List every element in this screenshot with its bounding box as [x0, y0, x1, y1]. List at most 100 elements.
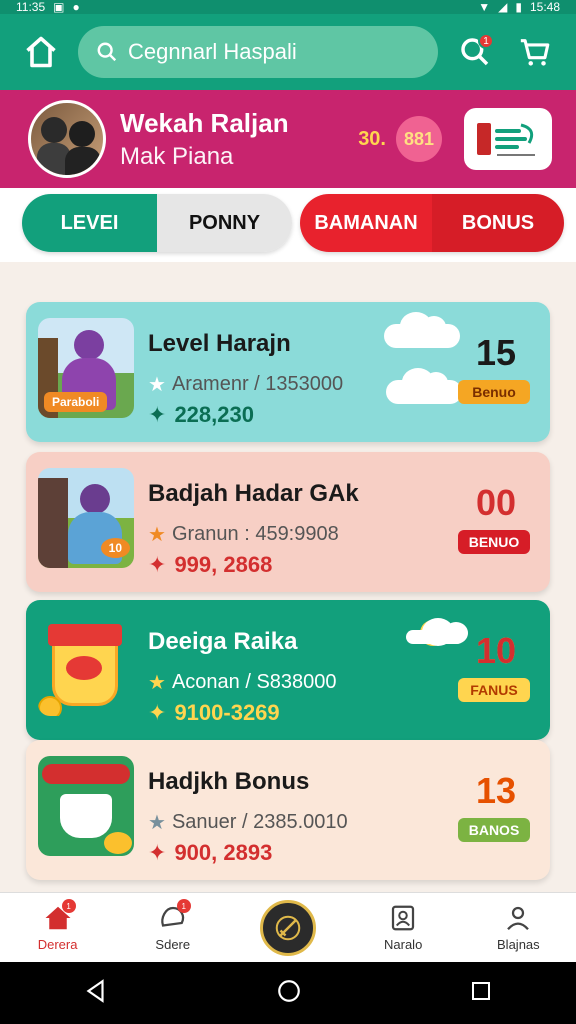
tab-level[interactable]: LEVEI	[22, 194, 157, 252]
list-item[interactable]: Paraboli Level Harajn ★ Aramenr / 135300…	[26, 302, 550, 442]
card-number: 10	[475, 630, 516, 671]
signal-icon: ◢	[498, 0, 508, 14]
list-item[interactable]: Hadjkh Bonus ★ Sanuer / 2385.0010 ✦ 900,…	[26, 740, 550, 880]
currency-icon: ✦	[148, 840, 167, 865]
bottom-nav: 1 Derera 1 Sdere Naralo Blajnas	[0, 892, 576, 962]
nav-item-home[interactable]: 1 Derera	[8, 899, 108, 952]
cart-icon	[520, 39, 550, 66]
compass-icon	[275, 915, 301, 940]
nav-label: Blajnas	[497, 937, 540, 952]
notification-icon: ●	[72, 0, 80, 14]
nav-badge: 1	[176, 899, 191, 913]
points-display: 30. 881	[358, 116, 442, 162]
card-badge[interactable]: BANOS	[458, 818, 530, 842]
status-bar: 11:35 ▣ ● ▼ ◢ ▮ 15:48	[0, 0, 576, 14]
search-icon	[97, 42, 117, 62]
home-button[interactable]	[18, 29, 64, 75]
profile-banner: Wekah Raljan Mak Piana 30. 881	[0, 90, 576, 188]
back-button[interactable]	[83, 978, 109, 1009]
card-badge[interactable]: BENUO	[458, 530, 530, 554]
circle-home-icon	[278, 979, 300, 1002]
card-rating: ★ Granun : 459:9908	[148, 522, 339, 547]
back-icon	[86, 978, 104, 1003]
home-icon	[26, 36, 56, 68]
status-time: 11:35	[16, 0, 46, 14]
card-thumbnail	[38, 756, 134, 856]
card-badge[interactable]: Benuo	[458, 380, 530, 404]
notification-badge: 1	[478, 33, 494, 49]
points-label: 30.	[358, 127, 386, 150]
recents-icon	[471, 981, 490, 1000]
recents-button[interactable]	[469, 979, 493, 1008]
tab-group-right: BAMANAN BONUS	[300, 194, 564, 252]
nav-item-center[interactable]	[238, 899, 338, 956]
currency-icon: ✦	[148, 402, 167, 427]
card-number: 15	[475, 332, 516, 373]
nav-item-chat[interactable]: 1 Sdere	[123, 899, 223, 952]
profile-subtitle: Mak Piana	[120, 142, 234, 170]
card-rating: ★ Aconan / S838000	[148, 670, 337, 695]
card-rating: ★ Aramenr / 1353000	[148, 372, 343, 397]
card-rating-text: Aconan / S838000	[171, 671, 337, 693]
card-rating-text: Granun : 459:9908	[171, 523, 339, 545]
card-thumbnail: 10	[38, 468, 134, 568]
search-button[interactable]: 1	[452, 29, 498, 75]
card-price-value: 900, 2893	[174, 840, 273, 865]
card-price-value: 228,230	[174, 402, 254, 427]
currency-icon: ✦	[148, 552, 167, 577]
star-icon: ★	[148, 672, 166, 694]
points-value: 881	[396, 116, 442, 162]
card-rating: ★ Sanuer / 2385.0010	[148, 810, 348, 835]
card-price: ✦ 999, 2868	[148, 552, 272, 578]
brand-logo-icon	[477, 123, 535, 156]
card-title: Deeiga Raika	[148, 628, 298, 655]
gallery-icon: ▣	[53, 0, 65, 14]
search-input[interactable]: Cegnnarl Haspali	[128, 39, 297, 65]
search-bar[interactable]: Cegnnarl Haspali	[78, 26, 438, 78]
profile-name: Wekah Raljan	[120, 107, 289, 138]
list-item[interactable]: 10 Badjah Hadar GAk ★ Granun : 459:9908 …	[26, 452, 550, 592]
card-badge[interactable]: FANUS	[458, 678, 530, 702]
wifi-icon: ▼	[478, 0, 491, 14]
card-title: Hadjkh Bonus	[148, 768, 310, 795]
card-price-value: 999, 2868	[174, 552, 273, 577]
star-icon: ★	[148, 524, 166, 546]
card-rating-text: Aramenr / 1353000	[171, 373, 344, 395]
card-number: 13	[475, 770, 516, 811]
avatar[interactable]	[28, 100, 106, 178]
profile-card-icon	[392, 905, 415, 931]
status-time-right: 15:48	[529, 0, 560, 14]
card-number: 00	[475, 482, 516, 523]
thumb-tag: Paraboli	[44, 392, 108, 412]
card-rating-text: Sanuer / 2385.0010	[171, 811, 348, 833]
nav-item-account[interactable]: Blajnas	[468, 903, 568, 952]
cloud-decoration	[384, 312, 460, 348]
app-bar: Cegnnarl Haspali 1	[0, 14, 576, 90]
nav-label: Derera	[37, 937, 78, 952]
currency-icon: ✦	[148, 700, 167, 725]
sun-cloud-icon	[406, 618, 468, 646]
nav-badge: 1	[61, 899, 76, 913]
list-item[interactable]: Deeiga Raika ★ Aconan / S838000 ✦ 9100-3…	[26, 600, 550, 740]
center-action-button[interactable]	[259, 899, 316, 956]
card-price: ✦ 900, 2893	[148, 840, 272, 866]
tab-ponny[interactable]: PONNY	[157, 194, 292, 252]
home-system-button[interactable]	[276, 978, 302, 1009]
tab-group-left: LEVEI PONNY	[22, 194, 292, 252]
tab-bamanan[interactable]: BAMANAN	[300, 194, 432, 252]
card-price: ✦ 9100-3269	[148, 700, 280, 726]
card-price-value: 9100-3269	[174, 700, 280, 725]
card-thumbnail: Paraboli	[38, 318, 134, 418]
cart-button[interactable]	[512, 29, 558, 75]
system-navigation-bar	[0, 962, 576, 1024]
star-icon: ★	[148, 374, 166, 396]
nav-label: Sdere	[155, 937, 191, 952]
tabs-area: LEVEI PONNY BAMANAN BONUS	[0, 188, 576, 262]
nav-item-profile[interactable]: Naralo	[353, 903, 453, 952]
tab-bonus[interactable]: BONUS	[432, 194, 564, 252]
card-price: ✦ 228,230	[148, 402, 254, 428]
nav-label: Naralo	[384, 937, 423, 952]
brand-logo-card[interactable]	[464, 108, 552, 170]
card-thumbnail	[38, 616, 134, 716]
thumb-tag: 10	[100, 538, 130, 558]
